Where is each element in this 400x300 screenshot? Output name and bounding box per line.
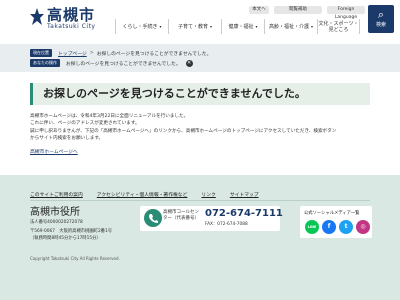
facebook-icon[interactable]: f [322, 220, 336, 234]
footer-link-links[interactable]: リンク [201, 191, 215, 198]
footer-divider [30, 200, 370, 201]
footer-links: このサイトご利用の案内 アクセシビリティ・個人情報・著作権など リンク サイトマ… [30, 191, 273, 198]
instagram-icon[interactable]: ◎ [356, 220, 370, 234]
social-media-label: 公式ソーシャルメディア一覧 [304, 211, 360, 216]
nav-item-health[interactable]: 健康・福祉 ▾ [221, 19, 264, 34]
notice-line: 高槻市ホームページは、令和4年3月22日に全面リニューアルを行いました。 [30, 114, 189, 119]
twitter-icon[interactable]: t [339, 220, 353, 234]
call-center-label: 高槻市コールセンター（代表番号） [163, 210, 199, 221]
nav-item-childcare[interactable]: 子育て・教育 ▾ [168, 19, 221, 34]
search-button[interactable]: ⌕ 検索 [368, 5, 394, 33]
breadcrumb-home-link[interactable]: トップページ [58, 50, 87, 57]
chevron-down-icon: ▾ [311, 24, 314, 29]
line-icon[interactable]: LINE [305, 220, 319, 234]
reading-assist-button[interactable]: 閲覧補助 [274, 6, 322, 14]
nav-item-culture[interactable]: 文化・スポーツ・見どころ [317, 19, 360, 34]
logo-title: 高槻市 [47, 6, 96, 24]
phone-number[interactable]: 072-674-7111 [205, 208, 283, 219]
breadcrumb: 現在位置 トップページ > お探しのページを見つけることができませんでした。 [30, 49, 211, 57]
chevron-down-icon: ▾ [159, 24, 162, 29]
search-icon: ⌕ [377, 8, 385, 21]
footer-link-accessibility[interactable]: アクセシビリティ・個人情報・著作権など [97, 191, 188, 198]
copyright: Copyright Takatsuki City All Rights Rese… [30, 256, 120, 261]
foreign-language-button[interactable]: Foreign Language [327, 6, 365, 20]
operation-history: あなたの操作 お探しのページを見つけることができませんでした。 ✕ [30, 59, 193, 67]
close-icon[interactable]: ✕ [185, 59, 193, 67]
page: 高槻市 Takatsuki City 本文へ 閲覧補助 Foreign Lang… [0, 0, 400, 300]
footer-link-sitemap[interactable]: サイトマップ [230, 191, 259, 198]
city-emblem-icon [30, 8, 44, 25]
global-nav: くらし・手続き ▾ 子育て・教育 ▾ 健康・福祉 ▾ 高齢・福祉・介護 ▾ 文化・スポー… [115, 19, 360, 34]
phone-icon [144, 209, 162, 227]
notice-line: これに伴い、ページのアドレスが変更されています。 [30, 121, 140, 127]
current-position-tag: 現在位置 [30, 49, 52, 57]
operation-text: お探しのページを見つけることができませんでした。 [66, 61, 181, 67]
corporate-number: 法人番号4000020272078 [30, 220, 83, 225]
skip-to-content-link[interactable]: 本文へ [249, 6, 269, 14]
address-line: 〒569-0067 大阪府高槻市桃園町2番1号 [30, 229, 113, 234]
office-hours: （執務時間8時45分から17時15分） [30, 236, 101, 241]
notice-line: 誠に申し訳ありませんが、下記の「高槻市ホームページへ」のリンクから、高槻市ホーム… [30, 128, 337, 134]
nav-item-elderly[interactable]: 高齢・福祉・介護 ▾ [264, 19, 317, 34]
office-address: 〒569-0067 大阪府高槻市桃園町2番1号 （執務時間8時45分から17時1… [30, 228, 140, 242]
your-action-tag: あなたの操作 [30, 59, 60, 67]
logo-subtitle: Takatsuki City [47, 23, 96, 30]
site-logo[interactable]: 高槻市 Takatsuki City [30, 8, 95, 31]
notice-line: からサイト内検索をお願いします。 [30, 135, 104, 141]
city-office-name: 高槻市役所 [30, 207, 80, 218]
footer-link-guide[interactable]: このサイトご利用の案内 [30, 191, 83, 198]
home-page-link[interactable]: 高槻市ホームページへ [30, 148, 78, 155]
site-header: 高槻市 Takatsuki City 本文へ 閲覧補助 Foreign Lang… [0, 0, 400, 40]
page-title-text: お探しのページを見つけることができませんでした。 [43, 87, 306, 100]
breadcrumb-current: お探しのページを見つけることができませんでした。 [96, 51, 212, 57]
nav-item-living[interactable]: くらし・手続き ▾ [115, 19, 168, 34]
fax-number: FAX：072-674-7088 [205, 222, 248, 227]
search-label: 検索 [375, 22, 386, 28]
notice-text: 高槻市ホームページは、令和4年3月22日に全面リニューアルを行いました。 これに… [30, 113, 370, 142]
chevron-down-icon: ▾ [255, 24, 258, 29]
chevron-down-icon: ▾ [210, 24, 213, 29]
page-title: お探しのページを見つけることができませんでした。 [30, 83, 370, 105]
breadcrumb-separator: > [89, 50, 94, 56]
